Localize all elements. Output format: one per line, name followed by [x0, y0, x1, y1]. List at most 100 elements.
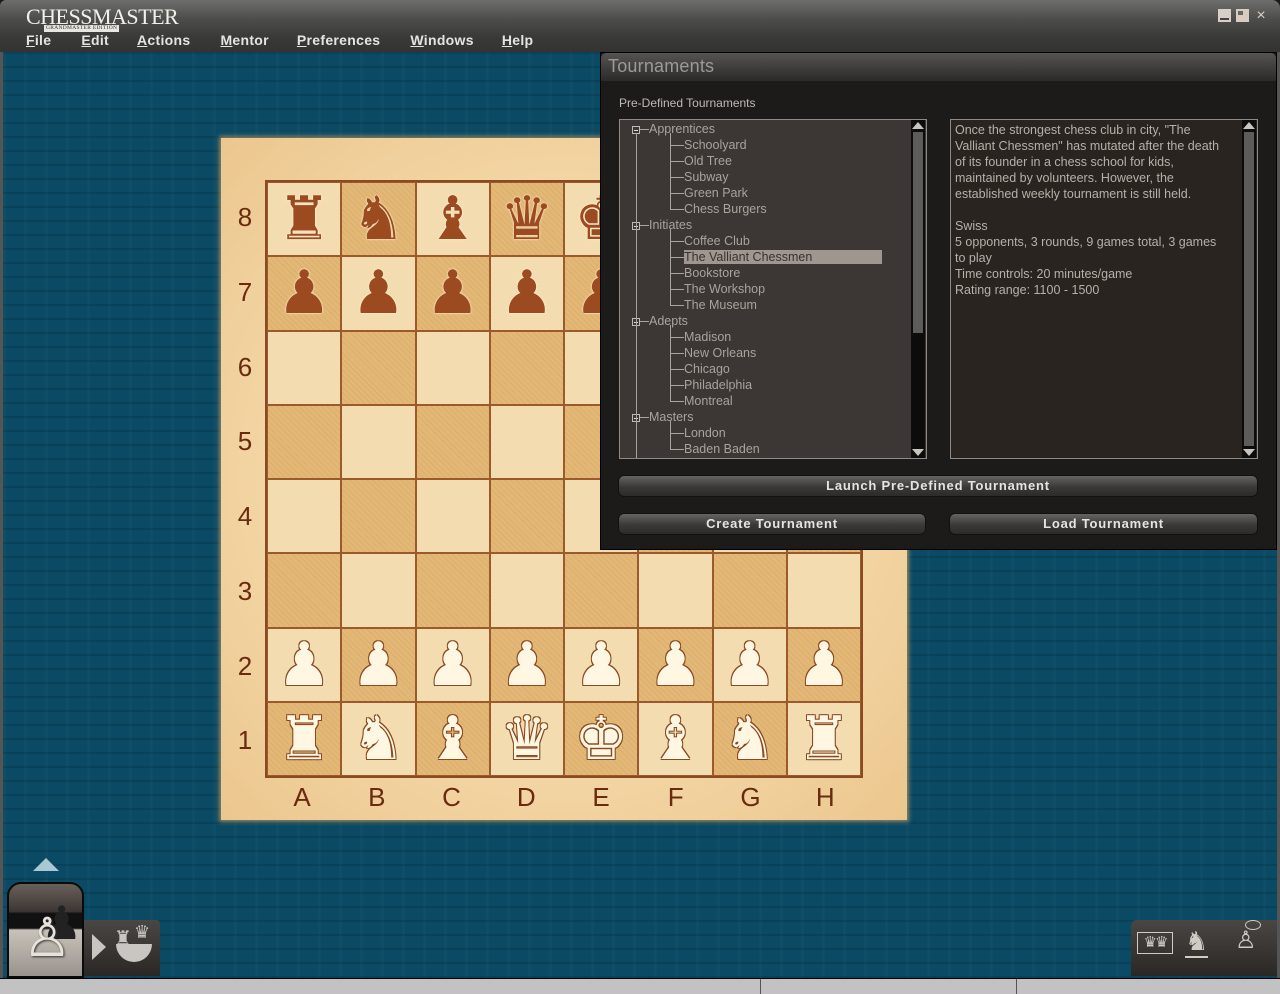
black-pawn-icon[interactable]: ♟: [426, 263, 480, 323]
square-b2[interactable]: ♟: [341, 627, 416, 702]
tree-item[interactable]: Bookstore: [670, 265, 740, 281]
tree-item[interactable]: Green Park: [670, 185, 748, 201]
black-pawn-icon[interactable]: ♟: [277, 263, 331, 323]
square-e1[interactable]: ♚: [564, 701, 639, 776]
white-rook-icon[interactable]: ♜: [277, 708, 331, 769]
menu-help[interactable]: Help: [494, 31, 542, 51]
tree-category[interactable]: Apprentices: [632, 121, 715, 137]
launch-predefined-tournament-button[interactable]: Launch Pre-Defined Tournament: [618, 475, 1258, 497]
black-pawn-icon[interactable]: ♟: [500, 263, 554, 323]
square-b7[interactable]: ♟: [341, 256, 416, 331]
square-e3[interactable]: [564, 553, 639, 628]
game-room-icon[interactable]: ♜ ♛: [112, 922, 156, 970]
menu-mentor[interactable]: Mentor: [212, 31, 276, 51]
square-c4[interactable]: [415, 479, 490, 554]
tree-item[interactable]: Old Tree: [670, 153, 732, 169]
tree-item[interactable]: London: [670, 425, 726, 441]
tree-item[interactable]: The Valliant Chessmen: [670, 249, 883, 265]
square-c7[interactable]: ♟: [415, 256, 490, 331]
description-scrollbar[interactable]: [1242, 120, 1256, 458]
tree-item[interactable]: New Orleans: [670, 345, 756, 361]
square-a8[interactable]: ♜: [267, 182, 342, 257]
tree-item[interactable]: Madison: [670, 329, 731, 345]
black-rook-icon[interactable]: ♜: [277, 189, 331, 249]
tree-item[interactable]: Schoolyard: [670, 137, 747, 153]
white-pawn-icon[interactable]: ♟: [277, 634, 331, 695]
white-pawn-icon[interactable]: ♟: [648, 634, 702, 695]
menu-file[interactable]: File: [18, 31, 59, 51]
expand-dock-icon[interactable]: [33, 858, 59, 871]
board-view-icon[interactable]: ♛♛: [1137, 932, 1173, 954]
tree-item[interactable]: The Workshop: [670, 281, 765, 297]
description-scroll-thumb[interactable]: [1244, 132, 1254, 446]
load-tournament-button[interactable]: Load Tournament: [949, 513, 1258, 535]
square-d1[interactable]: ♛: [489, 701, 564, 776]
menu-actions[interactable]: Actions: [129, 31, 198, 51]
restore-icon[interactable]: [1236, 9, 1249, 22]
white-knight-icon[interactable]: ♞: [723, 708, 777, 769]
square-d8[interactable]: ♛: [489, 182, 564, 257]
square-h2[interactable]: ♟: [786, 627, 861, 702]
square-a1[interactable]: ♜: [267, 701, 342, 776]
tree-scrollbar[interactable]: [911, 120, 925, 458]
square-a3[interactable]: [267, 553, 342, 628]
white-pawn-icon[interactable]: ♟: [574, 634, 628, 695]
square-c1[interactable]: ♝: [415, 701, 490, 776]
white-bishop-icon[interactable]: ♝: [426, 708, 480, 769]
white-pawn-icon[interactable]: ♟: [351, 634, 405, 695]
square-g1[interactable]: ♞: [712, 701, 787, 776]
create-tournament-button[interactable]: Create Tournament: [618, 513, 926, 535]
square-b4[interactable]: [341, 479, 416, 554]
square-c8[interactable]: ♝: [415, 182, 490, 257]
square-b5[interactable]: [341, 404, 416, 479]
square-b3[interactable]: [341, 553, 416, 628]
square-a2[interactable]: ♟: [267, 627, 342, 702]
white-pawn-icon[interactable]: ♟: [426, 634, 480, 695]
square-a4[interactable]: [267, 479, 342, 554]
white-king-icon[interactable]: ♚: [574, 708, 628, 769]
tree-item[interactable]: Philadelphia: [670, 377, 752, 393]
square-h1[interactable]: ♜: [786, 701, 861, 776]
black-bishop-icon[interactable]: ♝: [426, 189, 480, 249]
square-c3[interactable]: [415, 553, 490, 628]
square-a7[interactable]: ♟: [267, 256, 342, 331]
tree-category[interactable]: Initiates: [632, 217, 692, 233]
scroll-down-icon[interactable]: [912, 449, 924, 456]
white-pawn-icon[interactable]: ♟: [797, 634, 851, 695]
square-h3[interactable]: [786, 553, 861, 628]
square-f3[interactable]: [638, 553, 713, 628]
square-g3[interactable]: [712, 553, 787, 628]
square-f1[interactable]: ♝: [638, 701, 713, 776]
black-knight-icon[interactable]: ♞: [351, 189, 405, 249]
square-d5[interactable]: [489, 404, 564, 479]
menu-edit[interactable]: Edit: [73, 31, 117, 51]
square-g2[interactable]: ♟: [712, 627, 787, 702]
scroll-down-icon[interactable]: [1243, 449, 1255, 456]
tree-item[interactable]: Chess Burgers: [670, 201, 767, 217]
square-c2[interactable]: ♟: [415, 627, 490, 702]
square-b8[interactable]: ♞: [341, 182, 416, 257]
white-knight-icon[interactable]: ♞: [351, 708, 405, 769]
square-d3[interactable]: [489, 553, 564, 628]
square-d6[interactable]: [489, 330, 564, 405]
minimize-icon[interactable]: [1218, 9, 1231, 22]
scroll-up-icon[interactable]: [1243, 122, 1255, 129]
square-b1[interactable]: ♞: [341, 701, 416, 776]
tree-category[interactable]: Adepts: [632, 313, 688, 329]
tree-item[interactable]: The Museum: [670, 297, 757, 313]
tree-scroll-thumb[interactable]: [913, 132, 923, 333]
black-queen-icon[interactable]: ♛: [500, 189, 554, 249]
white-pawn-icon[interactable]: ♟: [500, 634, 554, 695]
tree-category[interactable]: Masters: [632, 409, 693, 425]
square-c6[interactable]: [415, 330, 490, 405]
panel-title-bar[interactable]: Tournaments: [601, 53, 1276, 81]
menu-preferences[interactable]: Preferences: [289, 31, 388, 51]
square-c5[interactable]: [415, 404, 490, 479]
tree-item[interactable]: Baden Baden: [670, 441, 760, 457]
captured-pieces-icon[interactable]: ♞: [1185, 926, 1209, 958]
white-queen-icon[interactable]: ♛: [500, 708, 554, 769]
white-rook-icon[interactable]: ♜: [797, 708, 851, 769]
square-d7[interactable]: ♟: [489, 256, 564, 331]
scroll-up-icon[interactable]: [912, 122, 924, 129]
square-d4[interactable]: [489, 479, 564, 554]
